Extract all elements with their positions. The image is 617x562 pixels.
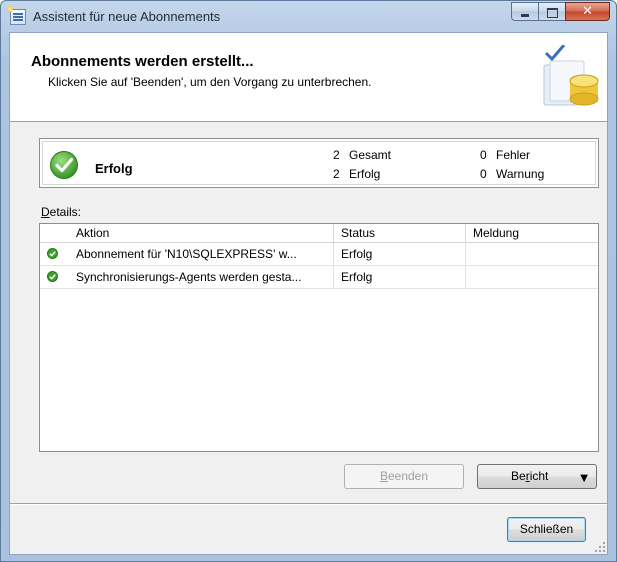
row-action: Abonnement für 'N10\SQLEXPRESS' w... [76,247,297,261]
title-bar[interactable]: Assistent für neue Abonnements ✕ [1,1,616,33]
report-dropdown-button[interactable]: Bericht ▼ [477,464,597,489]
footer-divider [10,503,607,505]
column-header-status[interactable]: Status [341,226,375,240]
stop-button[interactable]: Beenden [344,464,464,489]
column-header-action[interactable]: Aktion [76,226,109,240]
cell-divider [333,243,334,265]
row-action: Synchronisierungs-Agents werden gesta... [76,270,302,284]
client-area: Abonnements werden erstellt... Klicken S… [9,32,608,555]
error-label: Fehler [496,148,531,162]
warning-count: 0 [480,167,487,181]
report-label-pre: Be [511,469,526,483]
total-count: 2 [333,148,340,162]
details-grid[interactable]: Aktion Status Meldung Abonnement für 'N1… [39,223,599,452]
cell-divider [333,266,334,288]
resize-grip-icon[interactable] [595,542,605,552]
summary-panel: Erfolg 2 Gesamt 2 Erfolg 0 Fehler 0 Warn… [39,138,599,188]
window-controls: ✕ [511,2,610,22]
result-status: Erfolg [95,161,133,176]
wizard-window: Assistent für neue Abonnements ✕ Abonnem… [0,0,617,562]
window-title: Assistent für neue Abonnements [33,9,221,24]
column-header-message[interactable]: Meldung [473,226,519,240]
triangle-down-icon: ▼ [580,473,588,484]
total-label: Gesamt [349,148,392,162]
cell-divider [465,243,466,265]
app-icon[interactable] [7,6,26,25]
wizard-header: Abonnements werden erstellt... Klicken S… [10,33,607,122]
page-subtitle: Klicken Sie auf 'Beenden', um den Vorgan… [48,75,372,89]
details-mnemonic: D [41,205,50,219]
stop-label-rest: eenden [387,469,429,483]
table-row[interactable]: Abonnement für 'N10\SQLEXPRESS' w... Erf… [40,243,598,266]
column-divider[interactable] [465,224,466,242]
grid-header: Aktion Status Meldung [40,224,598,243]
details-label-rest: etails: [49,205,82,219]
maximize-button[interactable] [538,2,565,21]
column-divider[interactable] [333,224,334,242]
close-icon: ✕ [582,4,593,19]
details-label: Details: [41,205,81,219]
page-title: Abonnements werden erstellt... [31,53,254,70]
report-label-rest: icht [529,469,549,483]
success-label: Erfolg [349,167,381,181]
close-button[interactable]: Schließen [507,517,586,542]
row-status: Erfolg [341,270,373,284]
row-status: Erfolg [341,247,373,261]
success-count: 2 [333,167,340,181]
green-check-icon [47,271,58,282]
minimize-button[interactable] [511,2,538,21]
cell-divider [465,266,466,288]
database-subscription-icon [543,45,599,106]
stop-mnemonic: B [379,469,388,483]
table-row[interactable]: Synchronisierungs-Agents werden gesta...… [40,266,598,289]
close-window-button[interactable]: ✕ [565,2,610,21]
warning-label: Warnung [496,167,545,181]
summary-inner: Erfolg 2 Gesamt 2 Erfolg 0 Fehler 0 Warn… [42,141,596,185]
green-check-icon [50,151,78,179]
green-check-icon [47,248,58,259]
error-count: 0 [480,148,487,162]
